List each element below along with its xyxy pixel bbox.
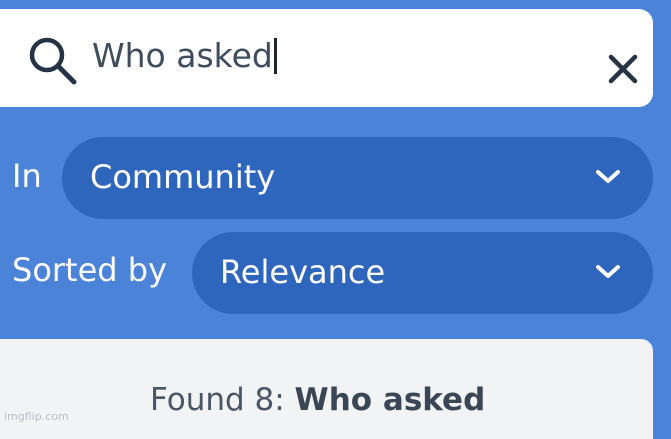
search-input[interactable]: Who asked bbox=[92, 33, 277, 79]
community-select[interactable]: Community bbox=[62, 137, 653, 219]
search-query-text: Who asked bbox=[92, 36, 273, 75]
search-icon bbox=[29, 37, 77, 85]
text-caret bbox=[273, 38, 277, 74]
results-panel: Found 8: Who asked bbox=[0, 339, 653, 439]
results-query-text: Who asked bbox=[294, 382, 486, 418]
watermark: imgflip.com bbox=[4, 410, 69, 423]
search-bar[interactable]: Who asked bbox=[0, 9, 653, 107]
sort-select-value: Relevance bbox=[220, 253, 386, 291]
results-summary: Found 8: Who asked bbox=[150, 379, 485, 421]
results-count-text: Found 8: bbox=[150, 382, 295, 418]
chevron-down-icon bbox=[596, 265, 620, 278]
community-select-value: Community bbox=[90, 158, 276, 196]
chevron-down-icon bbox=[596, 170, 620, 183]
sort-label: Sorted by bbox=[12, 251, 168, 289]
filter-in-label: In bbox=[12, 157, 42, 195]
sort-select[interactable]: Relevance bbox=[192, 232, 653, 314]
close-icon[interactable] bbox=[605, 51, 641, 87]
